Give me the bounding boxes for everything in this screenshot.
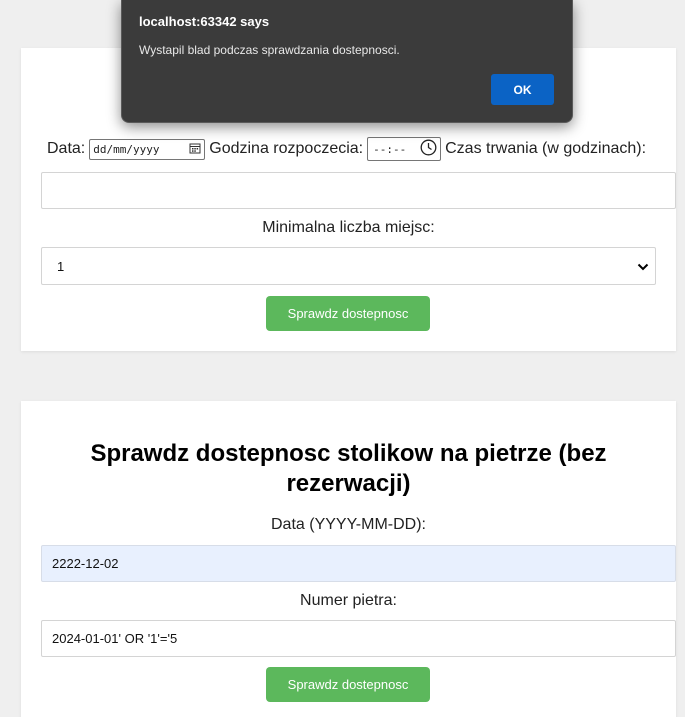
alert-dialog: localhost:63342 says Wystapil blad podcz… bbox=[121, 0, 573, 123]
floor-number-input[interactable]: 2024-01-01' OR '1'='5 bbox=[41, 620, 676, 657]
page: Data: dd/mm/yyyy Godzina rozpoczecia: --… bbox=[0, 0, 685, 717]
check-floor-availability-button[interactable]: Sprawdz dostepnosc bbox=[266, 667, 430, 702]
date-format-label: Data (YYYY-MM-DD): bbox=[271, 516, 426, 533]
calendar-icon[interactable] bbox=[189, 142, 201, 157]
min-seats-label: Minimalna liczba miejsc: bbox=[262, 219, 435, 236]
dialog-ok-button[interactable]: OK bbox=[491, 74, 554, 105]
floor-number-label: Numer pietra: bbox=[300, 592, 397, 609]
date-label: Data: bbox=[47, 140, 86, 157]
min-seats-select[interactable]: 1 bbox=[41, 247, 656, 285]
date-input-placeholder: dd/mm/yyyy bbox=[93, 142, 160, 156]
date-time-row: Data: dd/mm/yyyy Godzina rozpoczecia: --… bbox=[47, 137, 646, 161]
dialog-title: localhost:63342 says bbox=[139, 14, 270, 29]
date-input[interactable]: dd/mm/yyyy bbox=[89, 138, 206, 160]
start-time-label: Godzina rozpoczecia: bbox=[209, 140, 364, 157]
min-seats-value: 1 bbox=[57, 258, 65, 274]
check-availability-button[interactable]: Sprawdz dostepnosc bbox=[266, 296, 430, 331]
floor-tables-card: Sprawdz dostepnosc stolikow na pietrze (… bbox=[21, 401, 676, 717]
start-time-input[interactable]: --:-- bbox=[367, 137, 442, 161]
duration-input[interactable] bbox=[41, 172, 676, 209]
dialog-message: Wystapil blad podczas sprawdzania dostep… bbox=[139, 43, 400, 57]
duration-label: Czas trwania (w godzinach): bbox=[445, 140, 647, 157]
chevron-down-icon[interactable] bbox=[637, 259, 649, 274]
time-input-placeholder: --:-- bbox=[373, 142, 407, 156]
floor-date-input[interactable]: 2222-12-02 bbox=[41, 545, 676, 582]
clock-icon[interactable] bbox=[420, 139, 437, 159]
floor-tables-title: Sprawdz dostepnosc stolikow na pietrze (… bbox=[90, 440, 607, 497]
